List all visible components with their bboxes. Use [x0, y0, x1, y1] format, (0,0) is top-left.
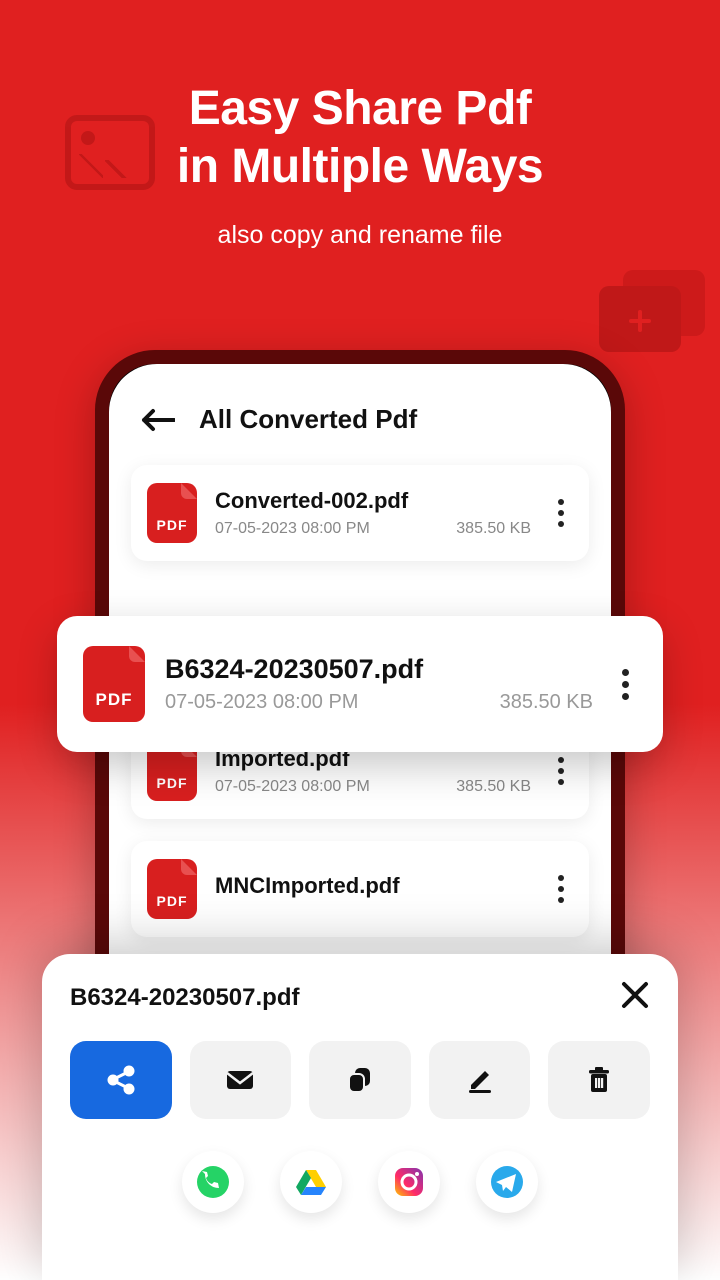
- file-size: 385.50 KB: [456, 520, 531, 538]
- page-title: All Converted Pdf: [199, 404, 417, 435]
- pdf-icon: PDF: [147, 483, 197, 543]
- back-icon[interactable]: [141, 408, 175, 432]
- file-row[interactable]: PDF MNCImported.pdf: [131, 841, 589, 937]
- telegram-icon[interactable]: [476, 1151, 538, 1213]
- google-drive-icon[interactable]: [280, 1151, 342, 1213]
- pdf-icon: PDF: [83, 646, 145, 722]
- more-icon[interactable]: [613, 665, 637, 704]
- close-icon[interactable]: [620, 980, 650, 1015]
- file-name: MNCImported.pdf: [215, 873, 531, 899]
- decor-folder-icon: [599, 270, 705, 352]
- sheet-filename: B6324-20230507.pdf: [70, 984, 299, 1012]
- copy-button[interactable]: [309, 1041, 411, 1119]
- decor-image-icon: [65, 115, 155, 190]
- email-button[interactable]: [190, 1041, 292, 1119]
- rename-button[interactable]: [429, 1041, 531, 1119]
- file-row[interactable]: PDF Converted-002.pdf 07-05-2023 08:00 P…: [131, 465, 589, 561]
- file-date: 07-05-2023 08:00 PM: [165, 691, 358, 714]
- instagram-icon[interactable]: [378, 1151, 440, 1213]
- action-sheet: B6324-20230507.pdf: [42, 954, 678, 1280]
- delete-button[interactable]: [548, 1041, 650, 1119]
- file-name: Converted-002.pdf: [215, 488, 531, 514]
- pdf-icon: PDF: [147, 859, 197, 919]
- more-icon[interactable]: [549, 753, 573, 789]
- file-name: B6324-20230507.pdf: [165, 654, 593, 685]
- hero-subtitle: also copy and rename file: [0, 221, 720, 250]
- file-date: 07-05-2023 08:00 PM: [215, 520, 370, 538]
- more-icon[interactable]: [549, 871, 573, 907]
- file-size: 385.50 KB: [456, 778, 531, 796]
- file-size: 385.50 KB: [500, 691, 593, 714]
- more-icon[interactable]: [549, 495, 573, 531]
- file-row-selected[interactable]: PDF B6324-20230507.pdf 07-05-2023 08:00 …: [57, 616, 663, 752]
- whatsapp-icon[interactable]: [182, 1151, 244, 1213]
- share-button[interactable]: [70, 1041, 172, 1119]
- file-date: 07-05-2023 08:00 PM: [215, 778, 370, 796]
